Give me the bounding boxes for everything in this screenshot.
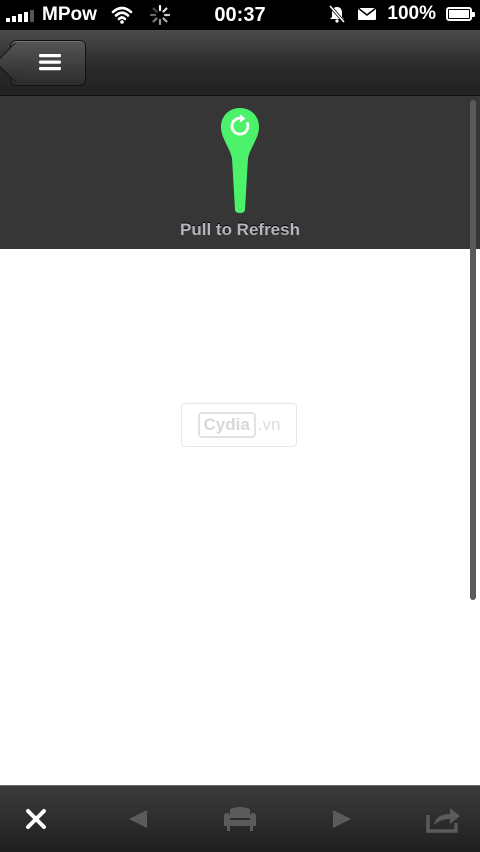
close-button[interactable] xyxy=(6,786,66,852)
status-bar: MPow 00:37 100% xyxy=(0,0,480,30)
share-button[interactable] xyxy=(414,786,474,852)
scroll-indicator[interactable] xyxy=(470,100,476,600)
back-button[interactable] xyxy=(108,786,168,852)
battery-icon xyxy=(446,7,475,21)
watermark-suffix: .vn xyxy=(257,415,281,434)
pull-to-refresh-label: Pull to Refresh xyxy=(180,220,300,239)
close-icon xyxy=(26,809,46,829)
hamburger-icon xyxy=(39,54,61,71)
bottom-toolbar xyxy=(0,785,480,852)
forward-arrow-icon xyxy=(333,810,351,828)
pull-to-refresh-area[interactable]: Pull to Refresh xyxy=(0,96,480,249)
navigation-bar xyxy=(0,30,480,96)
back-arrow-icon xyxy=(129,810,147,828)
status-right: 100% xyxy=(327,3,475,25)
forward-button[interactable] xyxy=(312,786,372,852)
reader-button[interactable] xyxy=(210,786,270,852)
screen: MPow 00:37 100% Pull to Refresh Cydia .v… xyxy=(0,0,480,852)
watermark-brand: Cydia xyxy=(197,412,256,438)
do-not-disturb-icon xyxy=(329,5,346,23)
armchair-icon xyxy=(224,807,256,831)
refresh-drop-icon xyxy=(221,108,259,213)
watermark-logo: Cydia .vn xyxy=(181,403,297,447)
menu-button[interactable] xyxy=(10,40,86,86)
battery-percent: 100% xyxy=(387,3,436,24)
web-content: Cydia .vn xyxy=(0,249,480,785)
share-icon xyxy=(426,808,460,833)
mail-icon xyxy=(357,7,377,20)
